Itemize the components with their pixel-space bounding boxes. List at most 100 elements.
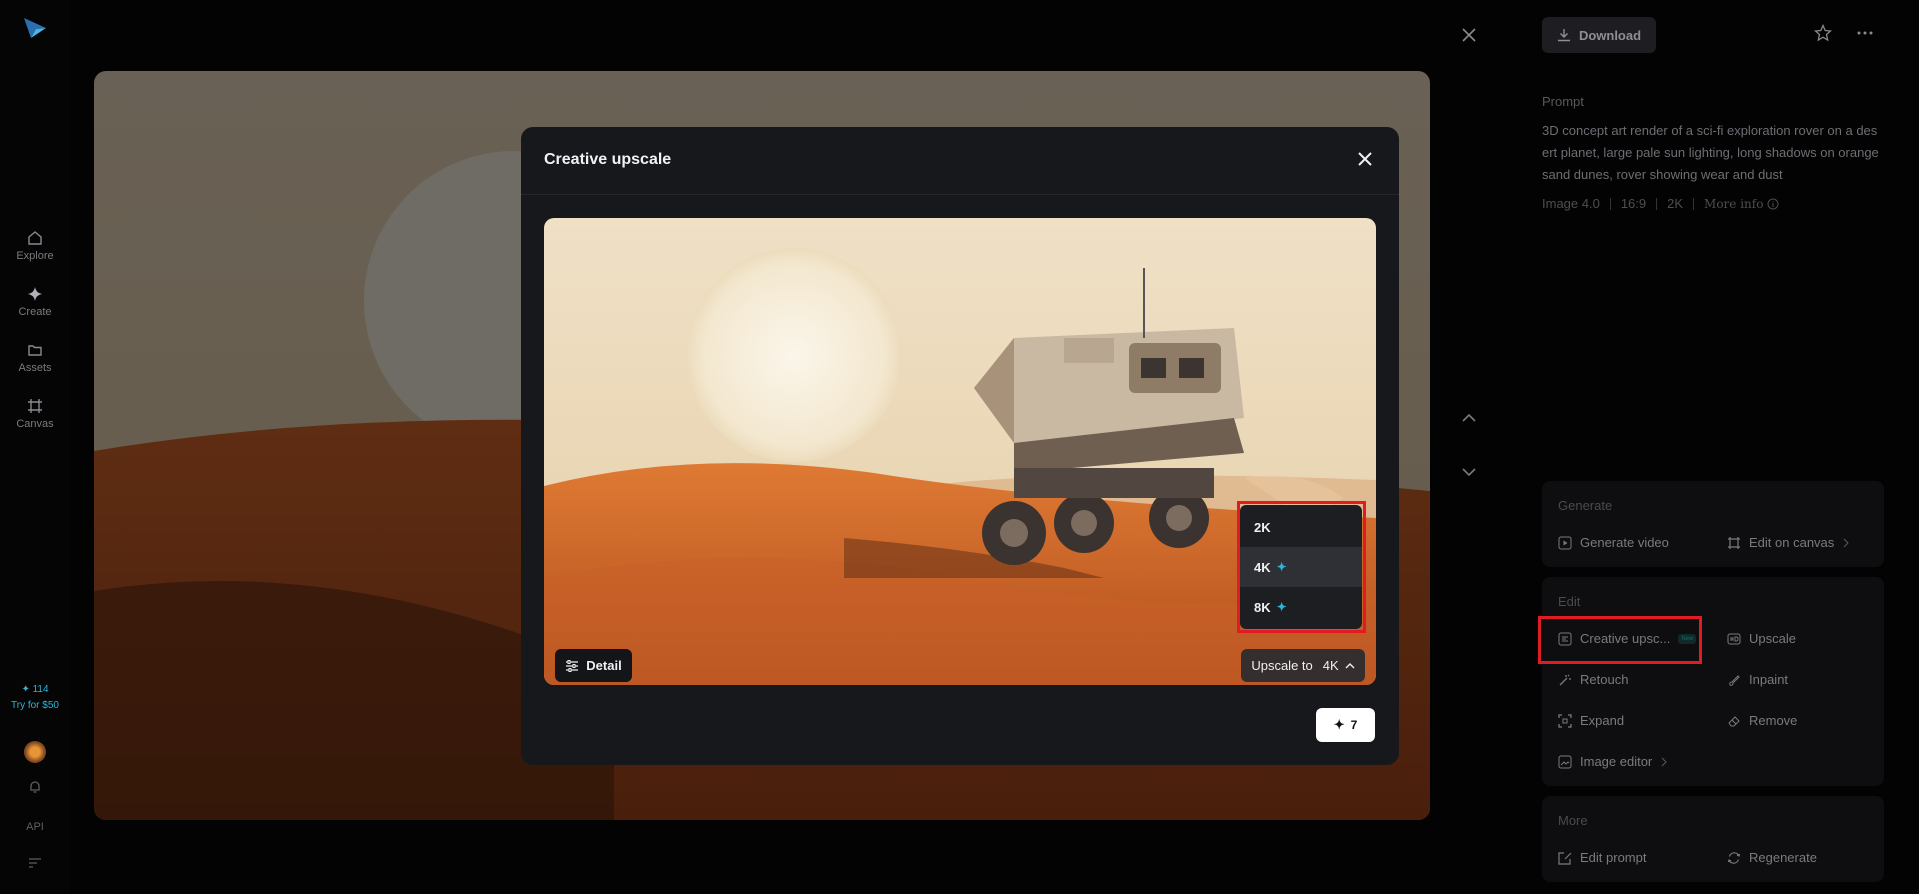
sidebar-item-assets[interactable]: Assets [0,342,70,374]
menu-button[interactable] [0,858,70,871]
upscale-submit-button[interactable]: ✦ 7 [1316,708,1375,742]
bell-icon [30,781,40,793]
image-edit-icon [1558,755,1572,768]
credits-widget[interactable]: ✦ 114 Try for $50 [6,682,64,714]
section-title: Edit [1558,594,1581,609]
sidebar-item-canvas[interactable]: Canvas [0,398,70,430]
play-icon [1558,536,1572,549]
creative-upscale-highlight [1538,616,1702,664]
more-section: More Edit prompt Regenerate [1542,796,1884,882]
divider [1693,197,1695,210]
sliders-icon [566,659,579,672]
more-options-icon[interactable] [1856,26,1874,40]
api-link[interactable]: API [0,821,70,833]
upscale-button[interactable]: Upscale [1727,631,1796,646]
close-viewer-icon[interactable] [1458,24,1480,46]
inpaint-button[interactable]: Inpaint [1727,672,1788,687]
retouch-label: Retouch [1580,672,1629,687]
divider [1656,197,1658,210]
folder-icon [28,345,42,356]
divider [1609,197,1611,210]
magic-wand-icon [1559,674,1571,685]
edit-on-canvas-label: Edit on canvas [1749,535,1835,550]
generate-video-button[interactable]: Generate video [1558,535,1669,550]
image-editor-label: Image editor [1580,754,1653,769]
app-logo-icon[interactable] [22,16,48,40]
detail-button[interactable]: Detail [555,649,632,682]
upscale-preview-image: Detail 2K 4K ✦ 8K ✦ Upscale to 4K [544,218,1376,685]
dialog-title: Creative upscale [544,151,672,168]
chevron-up-icon [1345,662,1355,668]
favorite-star-icon[interactable] [1814,24,1832,42]
credits-offer: Try for $50 [11,700,59,711]
notifications-button[interactable] [0,780,70,797]
more-info-link[interactable]: More info [1704,197,1779,211]
edit-prompt-button[interactable]: Edit prompt [1558,850,1646,865]
upscale-label: Upscale [1749,631,1796,646]
generate-video-label: Generate video [1580,535,1669,550]
left-sidebar: Explore Create Assets Canvas ✦ 114 Try f… [0,0,70,894]
dropdown-highlight [1237,501,1366,633]
divider [521,194,1399,195]
avatar[interactable] [24,741,46,763]
edit-section: Edit Creative upsc... New Upscale Retouc… [1542,577,1884,786]
upscale-value: 4K [1322,658,1339,673]
aspect-ratio: 16:9 [1620,196,1647,211]
edit-prompt-label: Edit prompt [1580,850,1647,865]
upscale-to-selector[interactable]: Upscale to 4K [1241,649,1365,682]
sparkle-icon [28,287,42,301]
detail-label: Detail [586,658,622,673]
retouch-button[interactable]: Retouch [1558,672,1628,687]
remove-button[interactable]: Remove [1727,713,1797,728]
prompt-text: 3D concept art render of a sci-fi explor… [1542,123,1879,182]
app-root: Explore Create Assets Canvas ✦ 114 Try f… [0,0,1919,894]
edit-icon [1558,851,1572,865]
sidebar-item-label: Canvas [16,418,54,430]
credit-cost: 7 [1350,718,1358,732]
brush-icon [1729,674,1740,686]
home-icon [28,231,42,245]
chevron-right-icon [1661,757,1667,766]
regenerate-button[interactable]: Regenerate [1727,850,1817,865]
sidebar-item-create[interactable]: Create [0,286,70,318]
close-dialog-icon[interactable] [1357,151,1373,167]
expand-button[interactable]: Expand [1558,713,1624,728]
creative-upscale-dialog: Creative upscale Detail 2K 4K ✦ 8K ✦ Ups… [521,127,1399,765]
sidebar-item-label: Explore [16,250,54,262]
info-icon [1767,198,1779,209]
canvas-icon [28,399,42,413]
chevron-right-icon [1843,538,1849,547]
credits-count: 114 [32,684,49,695]
menu-icon [29,858,41,868]
generate-section: Generate Generate video Edit on canvas [1542,481,1884,567]
expand-label: Expand [1580,713,1625,728]
sidebar-item-label: Assets [18,362,52,374]
upscale-prefix: Upscale to [1251,658,1313,673]
section-title: Generate [1558,498,1613,513]
canvas-icon [1728,536,1740,549]
chevron-up-icon[interactable] [1458,407,1480,429]
section-title: More [1558,813,1588,828]
prompt-label: Prompt [1542,94,1584,109]
sparkle-icon: ✦ [1333,717,1345,732]
download-button[interactable]: Download [1542,17,1656,53]
expand-icon [1558,713,1572,728]
image-editor-button[interactable]: Image editor [1558,754,1668,769]
model-name: Image 4.0 [1542,196,1600,211]
sidebar-item-label: Create [18,306,52,318]
refresh-icon [1727,851,1741,864]
eraser-icon [1728,715,1740,726]
sidebar-item-explore[interactable]: Explore [0,230,70,262]
chevron-down-icon[interactable] [1458,461,1480,483]
download-label: Download [1578,27,1642,43]
resolution: 2K [1667,196,1684,211]
download-icon [1557,29,1570,42]
image-metadata: Image 4.0 16:9 2K More info [1542,196,1779,211]
remove-label: Remove [1749,713,1798,728]
more-info-label: More info [1704,196,1764,211]
regenerate-label: Regenerate [1749,850,1817,865]
sparkle-icon: ✦ [21,684,30,695]
edit-on-canvas-button[interactable]: Edit on canvas [1727,535,1850,550]
hd-icon [1727,633,1741,644]
inpaint-label: Inpaint [1749,672,1789,687]
